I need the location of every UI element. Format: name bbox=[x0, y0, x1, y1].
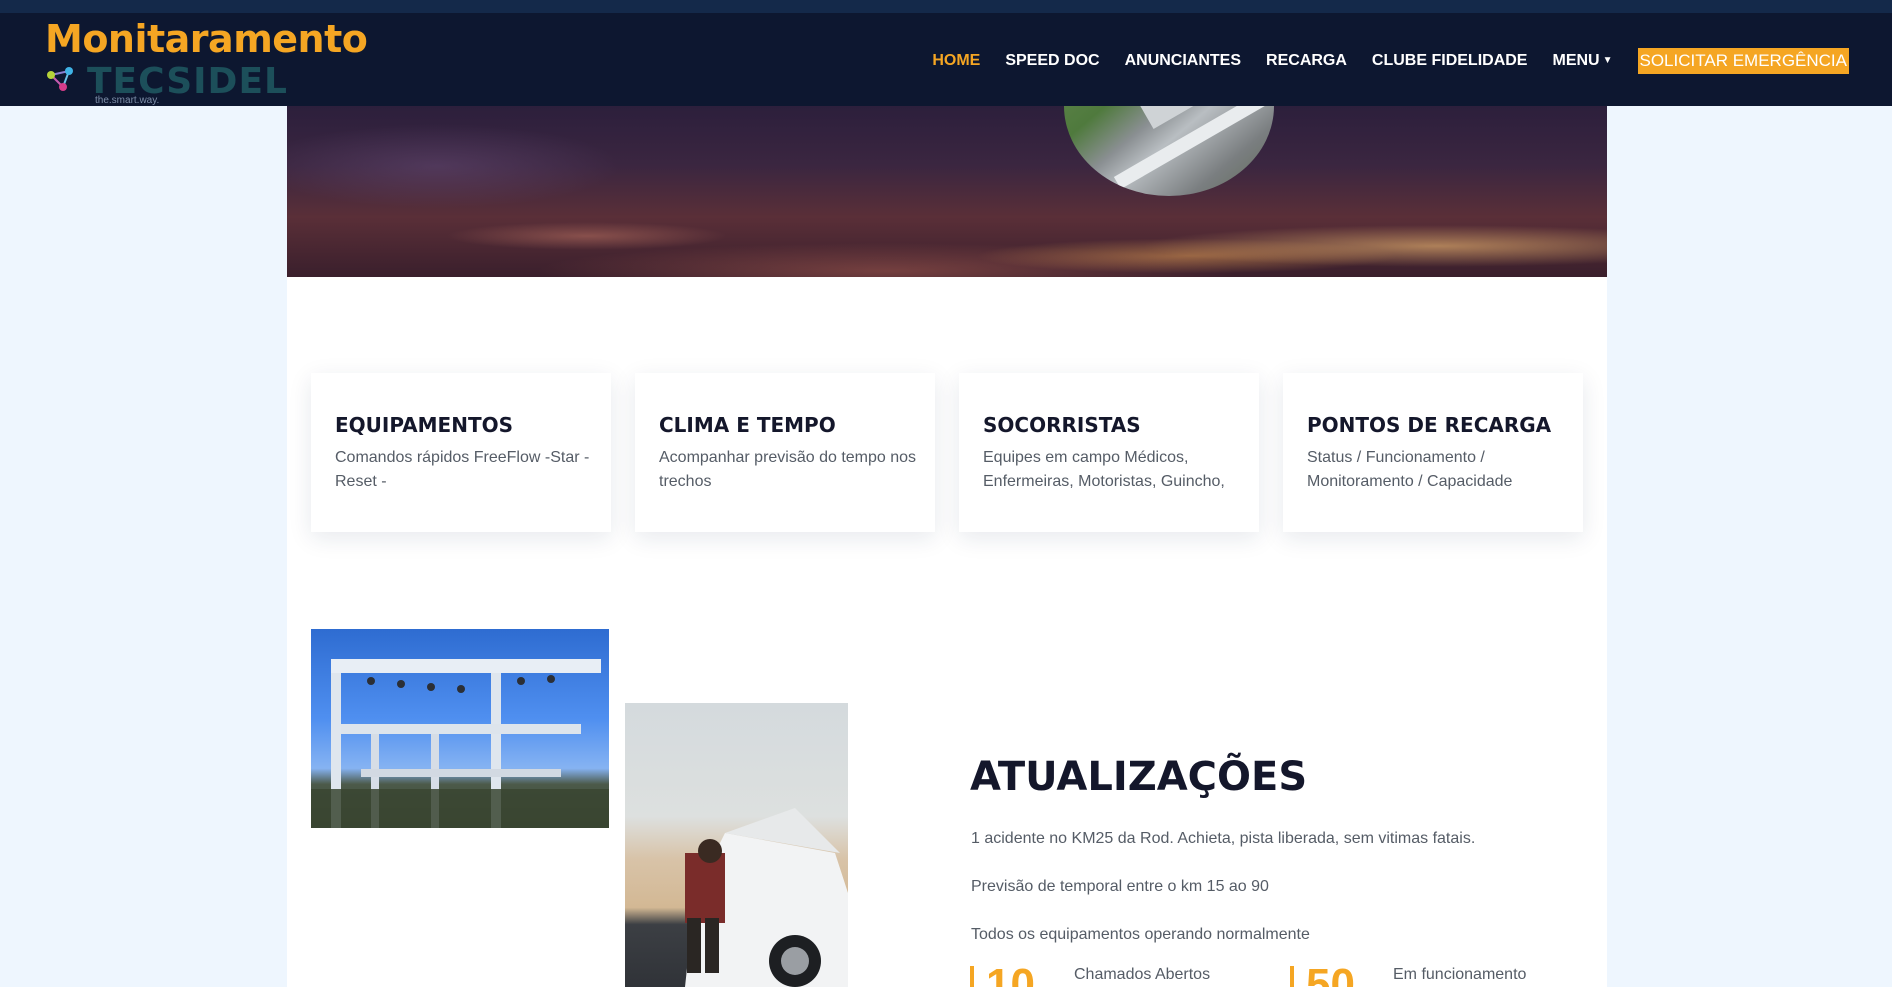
nav-anunciantes[interactable]: ANUNCIANTES bbox=[1125, 52, 1241, 70]
card-equipamentos[interactable]: EQUIPAMENTOS Comandos rápidos FreeFlow -… bbox=[311, 373, 611, 532]
card-clima-e-tempo[interactable]: CLIMA E TEMPO Acompanhar previsão do tem… bbox=[635, 373, 935, 532]
car-breakdown-photo bbox=[625, 703, 848, 987]
logo-tagline: the.smart.way. bbox=[95, 95, 160, 106]
card-socorristas[interactable]: SOCORRISTAS Equipes em campo Médicos, En… bbox=[959, 373, 1259, 532]
caret-down-icon: ▼ bbox=[1602, 55, 1613, 66]
update-item: Previsão de temporal entre o km 15 ao 90 bbox=[971, 878, 1269, 895]
nav-recarga[interactable]: RECARGA bbox=[1266, 52, 1347, 70]
navbar: Monitaramento TECSIDEL the.smart.way. HO… bbox=[0, 13, 1892, 106]
toll-gantry-photo bbox=[311, 629, 609, 828]
card-description: Status / Funcionamento / Monitoramento /… bbox=[1307, 449, 1513, 490]
update-item: Todos os equipamentos operando normalmen… bbox=[971, 926, 1310, 943]
emergency-button[interactable]: SOLICITAR EMERGÊNCIA bbox=[1637, 48, 1849, 74]
stat-accent-bar bbox=[970, 966, 974, 987]
updates-title: ATUALIZAÇÕES bbox=[970, 754, 1308, 800]
main-nav: HOME SPEED DOC ANUNCIANTES RECARGA CLUBE… bbox=[907, 48, 1849, 74]
nav-home[interactable]: HOME bbox=[932, 52, 980, 70]
nav-menu-label: MENU bbox=[1552, 52, 1600, 69]
nav-clube-fidelidade[interactable]: CLUBE FIDELIDADE bbox=[1372, 52, 1528, 70]
card-description: Equipes em campo Médicos, Enfermeiras, M… bbox=[983, 449, 1225, 490]
main-content: EQUIPAMENTOS Comandos rápidos FreeFlow -… bbox=[287, 106, 1607, 987]
card-title: PONTOS DE RECARGA bbox=[1307, 413, 1552, 437]
hero-city-lights bbox=[287, 106, 1607, 277]
stat-number: 10 bbox=[986, 960, 1035, 987]
card-title: CLIMA E TEMPO bbox=[659, 413, 836, 437]
nav-speed-doc[interactable]: SPEED DOC bbox=[1005, 52, 1099, 70]
stat-accent-bar bbox=[1290, 966, 1294, 987]
stat-label: Chamados Abertos bbox=[1074, 966, 1211, 983]
brand-logo[interactable]: TECSIDEL the.smart.way. bbox=[45, 61, 305, 107]
top-strip bbox=[0, 0, 1892, 13]
card-pontos-de-recarga[interactable]: PONTOS DE RECARGA Status / Funcionamento… bbox=[1283, 373, 1583, 532]
brand-title[interactable]: Monitaramento bbox=[45, 17, 368, 61]
update-item: 1 acidente no KM25 da Rod. Achieta, pist… bbox=[971, 830, 1476, 847]
hero-banner-image bbox=[287, 106, 1607, 277]
stat-label: Em funcionamento bbox=[1393, 966, 1527, 983]
nav-menu-dropdown[interactable]: MENU ▼ bbox=[1552, 52, 1612, 70]
stat-number: 50 bbox=[1306, 960, 1355, 987]
card-description: Comandos rápidos FreeFlow -Star - Reset … bbox=[335, 449, 590, 490]
card-title: EQUIPAMENTOS bbox=[335, 413, 513, 437]
card-description: Acompanhar previsão do tempo nos trechos bbox=[659, 449, 917, 490]
logo-network-icon bbox=[47, 67, 73, 91]
card-title: SOCORRISTAS bbox=[983, 413, 1141, 437]
